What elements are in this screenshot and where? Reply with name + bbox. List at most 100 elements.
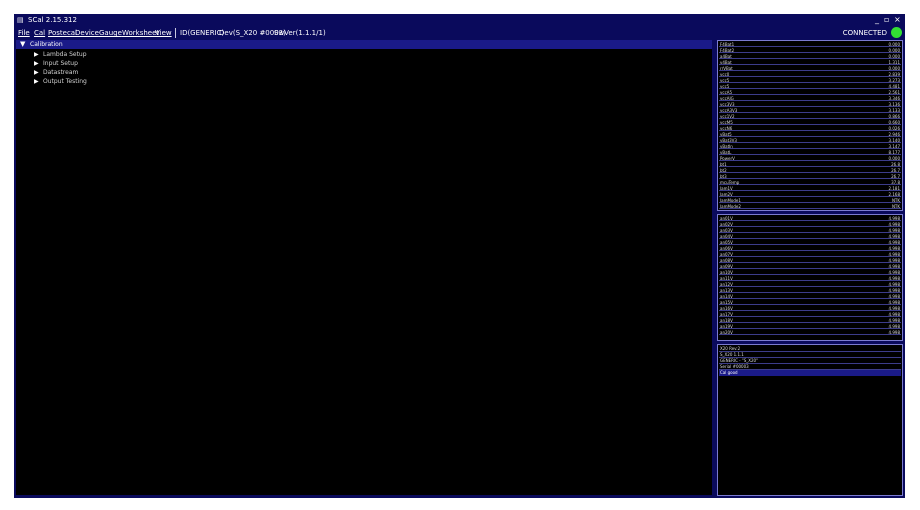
analog-row: an03V 4.998 bbox=[719, 228, 901, 233]
cal-status-bar: Cal good bbox=[719, 370, 901, 376]
app-icon: ▤ bbox=[17, 16, 24, 24]
sensor-row-value: 4.481 bbox=[888, 84, 900, 89]
sensor-row-label: bt2 bbox=[720, 168, 727, 173]
sensor-row-value: 2.181 bbox=[888, 186, 900, 191]
sensor-row-label: lamMode2 bbox=[720, 204, 741, 209]
analog-row-label: an10V bbox=[720, 270, 733, 275]
menu-cal[interactable]: Cal bbox=[34, 28, 45, 38]
sensor-row-value: 2.168 bbox=[888, 192, 900, 197]
device-id: ID(GENERIC) bbox=[180, 29, 225, 37]
sensor-row-value: 0.000 bbox=[888, 156, 900, 161]
collapse-arrow-icon[interactable]: ▶ bbox=[34, 68, 39, 77]
collapse-arrow-icon[interactable]: ▶ bbox=[34, 77, 39, 86]
device-info-panel: X20 Rev:2 S_X20 1.1.1 GENERIC - "S_X20" … bbox=[717, 344, 903, 496]
analog-row-label: an20V bbox=[720, 330, 733, 335]
sensor-row-label: lamMode1 bbox=[720, 198, 741, 203]
tree-node-calibration[interactable]: ▼ Calibration bbox=[16, 40, 712, 49]
sensor-row-value: 8.177 bbox=[888, 150, 900, 155]
sensor-row-label: vccN6 bbox=[720, 126, 733, 131]
sensor-row-value: 0.000 bbox=[888, 48, 900, 53]
analog-row-label: an04V bbox=[720, 234, 733, 239]
sensor-row: bt2 26.7 bbox=[719, 168, 901, 173]
menu-bar: File Cal Postecal Device Gauge Worksheet… bbox=[14, 27, 905, 39]
analog-row-label: an09V bbox=[720, 264, 733, 269]
sensor-row: a4Bat 0.000 bbox=[719, 54, 901, 59]
sensor-row-label: vccA5 bbox=[720, 90, 733, 95]
analog-row-value: 4.998 bbox=[888, 276, 900, 281]
analog-row-label: an15V bbox=[720, 300, 733, 305]
sensor-row-value: 0.660 bbox=[888, 120, 900, 125]
sensor-row: vcc5 3.273 bbox=[719, 78, 901, 83]
sensor-row: lamMode2 NTK bbox=[719, 204, 901, 209]
tree-item-label: Datastream bbox=[43, 69, 79, 76]
tree-item-label: Input Setup bbox=[43, 60, 78, 67]
analog-row-label: an05V bbox=[720, 240, 733, 245]
sensor-row: vBatIn 3.147 bbox=[719, 144, 901, 149]
analog-row-value: 4.998 bbox=[888, 222, 900, 227]
sensor-row-value: 3.346 bbox=[888, 96, 900, 101]
sensor-row: bt3 26.7 bbox=[719, 174, 901, 179]
sensor-row: mcuTemp 37.8 bbox=[719, 180, 901, 185]
sensor-row-value: 26.8 bbox=[891, 162, 900, 167]
menu-view[interactable]: View bbox=[155, 28, 172, 38]
connection-status: CONNECTED bbox=[842, 29, 887, 37]
sensor-row: vccA5 2.561 bbox=[719, 90, 901, 95]
analog-row-label: an07V bbox=[720, 252, 733, 257]
sensor-row-label: vcc3V3 bbox=[720, 102, 735, 107]
sensor-row-label: vBatIn bbox=[720, 144, 733, 149]
tree-item-label: Lambda Setup bbox=[43, 51, 87, 58]
analog-row-value: 4.998 bbox=[888, 294, 900, 299]
analog-row-label: an06V bbox=[720, 246, 733, 251]
analog-row-value: 4.998 bbox=[888, 300, 900, 305]
analog-row-value: 4.998 bbox=[888, 282, 900, 287]
expand-arrow-icon[interactable]: ▼ bbox=[20, 40, 25, 49]
sensor-row: vcc5 4.481 bbox=[719, 84, 901, 89]
menu-separator bbox=[175, 28, 176, 38]
analog-row-value: 4.998 bbox=[888, 264, 900, 269]
sensor-row-label: vcc1V2 bbox=[720, 114, 735, 119]
analog-row: an10V 4.998 bbox=[719, 270, 901, 275]
menu-postecal[interactable]: Postecal bbox=[48, 28, 77, 38]
sensor-row: lam2V 2.168 bbox=[719, 192, 901, 197]
analog-row: an06V 4.998 bbox=[719, 246, 901, 251]
menu-gauge[interactable]: Gauge bbox=[99, 28, 122, 38]
sensor-row-label: mcuTemp bbox=[720, 180, 740, 185]
analog-row-value: 4.998 bbox=[888, 306, 900, 311]
analog-row: an19V 4.998 bbox=[719, 324, 901, 329]
analog-row: an20V 4.998 bbox=[719, 330, 901, 335]
restore-button[interactable]: ▫ bbox=[884, 14, 889, 26]
cal-status-text: Cal good bbox=[720, 370, 738, 375]
minimize-button[interactable]: _ bbox=[875, 14, 879, 26]
analog-row-label: an08V bbox=[720, 258, 733, 263]
sensor-row-label: lam1V bbox=[720, 186, 733, 191]
collapse-arrow-icon[interactable]: ▶ bbox=[34, 50, 39, 59]
analog-row-value: 4.998 bbox=[888, 270, 900, 275]
analog-row: an11V 4.998 bbox=[719, 276, 901, 281]
sensor-row-value: NTK bbox=[891, 204, 900, 209]
sensor-row: vccA3V3 3.133 bbox=[719, 108, 901, 113]
sensor-row-value: 0.866 bbox=[888, 114, 900, 119]
analog-row-label: an11V bbox=[720, 276, 733, 281]
window-title: SCal 2.15.312 bbox=[28, 16, 77, 24]
menu-device[interactable]: Device bbox=[75, 28, 99, 38]
analog-row-value: 4.998 bbox=[888, 216, 900, 221]
menu-file[interactable]: File bbox=[18, 28, 30, 38]
analog-row: an15V 4.998 bbox=[719, 300, 901, 305]
collapse-arrow-icon[interactable]: ▶ bbox=[34, 59, 39, 68]
analog-row: an05V 4.998 bbox=[719, 240, 901, 245]
sensor-row-label: vBat5 bbox=[720, 132, 732, 137]
sensor-row: vcc3V3 3.136 bbox=[719, 102, 901, 107]
close-button[interactable]: × bbox=[894, 14, 901, 26]
sensor-row-label: rrVBat bbox=[720, 66, 733, 71]
sensor-row-value: 2.561 bbox=[888, 90, 900, 95]
menu-worksheet[interactable]: Worksheet bbox=[122, 28, 159, 38]
sensor-row-value: 0.000 bbox=[888, 66, 900, 71]
analog-row-value: 4.998 bbox=[888, 246, 900, 251]
analog-row-label: an14V bbox=[720, 294, 733, 299]
connection-indicator-icon bbox=[891, 27, 902, 38]
analog-inputs-panel: an01V 4.998 an02V 4.998 an03V 4.998 an04V 4.998… bbox=[717, 214, 903, 341]
sensor-row-label: vBatL bbox=[720, 150, 732, 155]
analog-row: an01V 4.998 bbox=[719, 216, 901, 221]
sensor-row-value: 0.026 bbox=[888, 126, 900, 131]
analog-row-label: an02V bbox=[720, 222, 733, 227]
